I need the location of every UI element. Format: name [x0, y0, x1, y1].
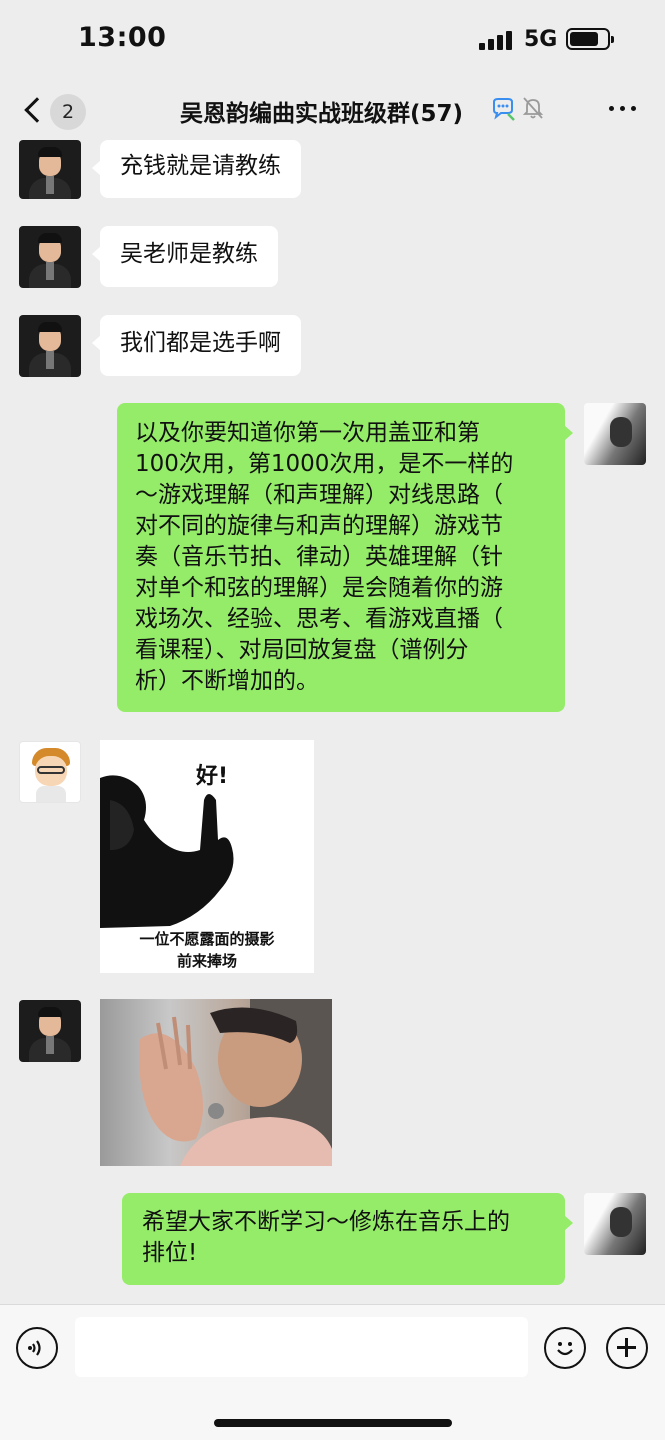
plus-button[interactable] — [606, 1327, 648, 1369]
message-bubble[interactable]: 充钱就是请教练 — [92, 140, 301, 198]
message-bubble[interactable]: 我们都是选手啊 — [92, 315, 301, 376]
sticker-panda-thumbs-up[interactable]: 好! 一位不愿露面的摄影 前来捧场 — [100, 740, 314, 973]
status-time: 13:00 — [78, 22, 167, 53]
message-bubble-self[interactable]: 希望大家不断学习～修炼在音乐上的 排位! — [122, 1193, 573, 1285]
mute-icon — [522, 97, 544, 119]
message-bubble[interactable]: 吴老师是教练 — [92, 226, 278, 287]
message-line: ～游戏理解（和声理解）对线思路（ — [135, 482, 503, 508]
voice-button[interactable] — [16, 1327, 58, 1369]
message-line: 戏场次、经验、思考、看游戏直播（ — [135, 606, 503, 632]
more-button[interactable] — [606, 96, 640, 124]
message-line: 以及你要知道你第一次用盖亚和第 — [135, 420, 480, 446]
home-indicator — [214, 1419, 452, 1427]
avatar[interactable] — [19, 226, 81, 288]
unread-badge: 2 — [50, 94, 86, 130]
sticker-caption: 一位不愿露面的摄影 — [139, 930, 275, 948]
sticker-text: 好! — [196, 764, 229, 789]
message-input[interactable] — [75, 1317, 528, 1377]
message-line: 希望大家不断学习～修炼在音乐上的 — [142, 1209, 510, 1235]
sticker-clapping-man[interactable] — [100, 999, 332, 1166]
message-line: 对单个和弦的理解）是会随着你的游 — [135, 575, 503, 601]
avatar[interactable] — [19, 315, 81, 377]
message-bubble-self[interactable]: 以及你要知道你第一次用盖亚和第 100次用，第1000次用，是不一样的 ～游戏理… — [117, 403, 573, 712]
message-text: 我们都是选手啊 — [120, 330, 281, 356]
message-line: 对不同的旋律与和声的理解）游戏节 — [135, 513, 503, 539]
signal-icon — [479, 30, 515, 50]
chat-header: 2 吴恩韵编曲实战班级群(57) — [0, 80, 665, 142]
message-line: 排位! — [142, 1240, 198, 1266]
avatar[interactable] — [19, 1000, 81, 1062]
back-icon — [24, 97, 50, 123]
avatar-self[interactable] — [584, 403, 646, 465]
message-line: 奏（音乐节拍、律动）英雄理解（针 — [135, 544, 503, 570]
chat-title: 吴恩韵编曲实战班级群(57) — [180, 101, 464, 127]
avatar[interactable] — [19, 741, 81, 803]
message-text: 吴老师是教练 — [120, 241, 258, 267]
emoji-button[interactable] — [544, 1327, 586, 1369]
back-button[interactable]: 2 — [20, 88, 90, 134]
message-line: 100次用，第1000次用，是不一样的 — [135, 451, 514, 477]
battery-icon — [566, 28, 614, 50]
network-label: 5G — [524, 27, 558, 52]
message-line: 看课程）、对局回放复盘（谱例分 — [135, 637, 469, 663]
clapping-graphic — [139, 999, 332, 1166]
chat-icon — [493, 98, 515, 121]
emoji-icon — [557, 1342, 573, 1356]
status-bar: 13:00 5G — [0, 0, 665, 80]
voice-icon — [28, 1340, 41, 1356]
avatar-self[interactable] — [584, 1193, 646, 1255]
input-bar — [0, 1304, 665, 1440]
avatar[interactable] — [19, 140, 81, 199]
message-text: 充钱就是请教练 — [120, 153, 281, 179]
message-line: 析）不断增加的。 — [135, 668, 319, 694]
sticker-caption: 前来捧场 — [176, 952, 237, 970]
